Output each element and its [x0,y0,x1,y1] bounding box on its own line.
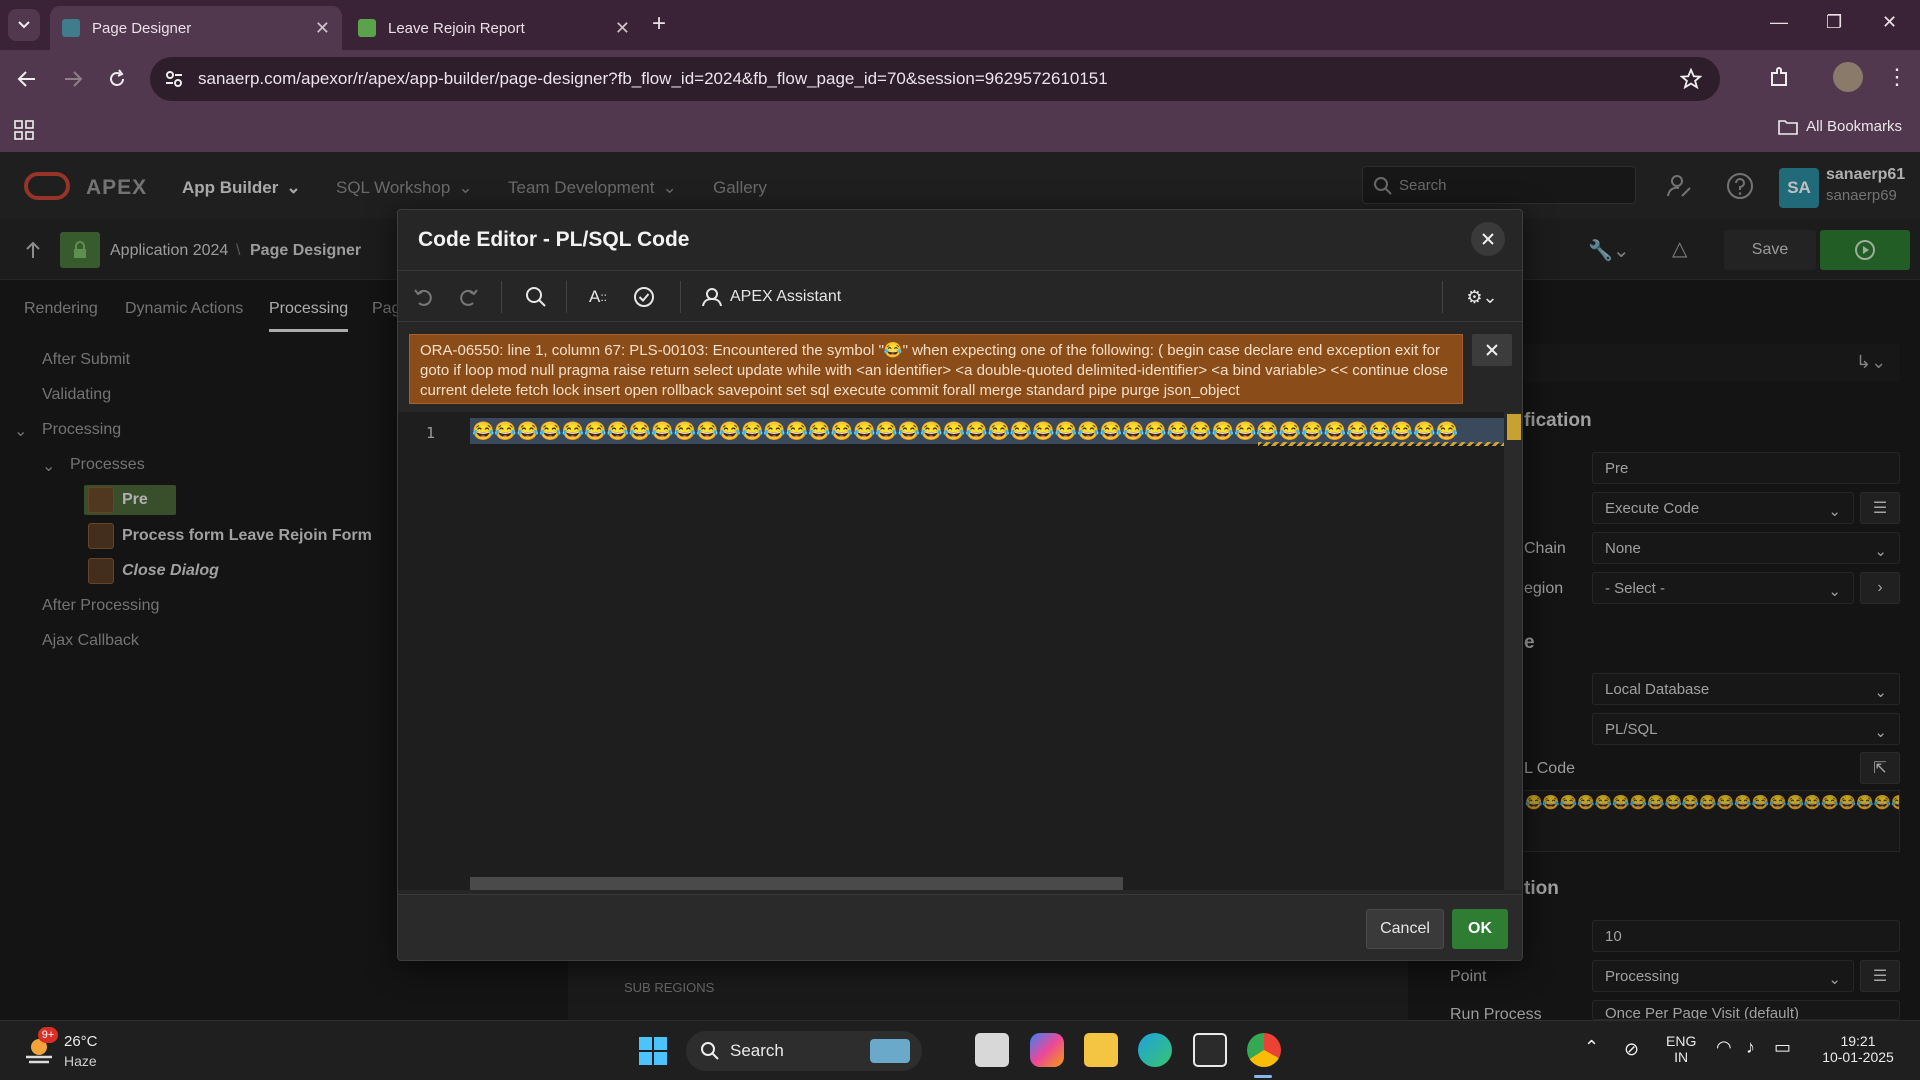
undo-icon [414,289,432,306]
validate-button[interactable] [631,284,657,310]
line-number: 1 [426,424,436,442]
toolbar-divider [501,281,502,313]
tab-page-designer[interactable]: Page Designer ✕ [50,6,342,50]
code-line[interactable]: 😂😂😂😂😂😂😂😂😂😂😂😂😂😂😂😂😂😂😂😂😂😂😂😂😂😂😂😂😂😂😂😂😂😂😂😂😂😂😂😂… [470,418,1504,444]
bookmarks-bar: All Bookmarks [0,108,1920,152]
clock-time: 19:21 [1840,1033,1876,1049]
browser-toolbar: sanaerp.com/apexor/r/apex/app-builder/pa… [0,50,1920,108]
active-app-indicator [1254,1075,1272,1078]
assistant-label: APEX Assistant [730,288,842,305]
battery-icon[interactable]: ▭ [1774,1037,1791,1058]
search-button[interactable] [523,284,549,310]
check-circle-icon [634,287,654,307]
toolbar-divider [680,281,681,313]
arrow-right-icon [65,71,83,87]
taskbar-search[interactable]: Search [686,1031,922,1071]
chevron-up-icon[interactable]: ⌃ [1584,1037,1599,1058]
apex-favicon-icon [62,19,80,37]
error-message-banner: ORA-06550: line 1, column 67: PLS-00103:… [409,334,1463,404]
weather-temperature: 26°C [64,1033,98,1050]
folder-icon [1778,119,1798,135]
search-icon [701,1042,719,1060]
minimize-icon[interactable]: — [1770,12,1788,33]
reload-button[interactable] [104,66,130,92]
bookmark-star-icon[interactable] [1680,68,1702,90]
report-favicon-icon [358,19,376,37]
scrollbar-error-marker [1507,414,1521,440]
horizontal-scrollbar[interactable] [470,877,1123,890]
dismiss-error-button[interactable] [1472,334,1512,366]
file-explorer-icon[interactable] [1084,1033,1118,1067]
error-squiggle [1258,442,1504,446]
url-text: sanaerp.com/apexor/r/apex/app-builder/pa… [198,69,1108,88]
language-indicator[interactable]: ENG IN [1666,1033,1696,1065]
tab-close-icon[interactable]: ✕ [315,18,330,39]
tab-title: Leave Rejoin Report [388,19,525,37]
dialog-title: Code Editor - PL/SQL Code [418,228,690,251]
clock[interactable]: 19:21 10-01-2025 [1816,1033,1900,1065]
windows-taskbar: 9+ 26°C Haze Search ⌃ ⊘ ENG IN ◠ ♪ ▭ 19:2… [0,1020,1920,1080]
kebab-menu-icon[interactable]: ⋮ [1886,64,1908,90]
tab-title: Page Designer [92,19,192,37]
search-icon [526,287,546,307]
dialog-footer: Cancel OK [398,894,1522,960]
close-window-icon[interactable]: ✕ [1882,12,1897,33]
microsoft-store-icon[interactable] [1193,1033,1227,1067]
forward-button[interactable] [60,66,86,92]
cancel-button[interactable]: Cancel [1366,909,1444,949]
puzzle-icon [1771,67,1787,86]
redo-icon [460,289,478,306]
clock-date: 10-01-2025 [1822,1049,1894,1065]
reload-icon [110,69,124,86]
ok-button[interactable]: OK [1452,909,1508,949]
toolbar-divider [566,281,567,313]
undo-button[interactable] [411,284,437,310]
address-bar[interactable]: sanaerp.com/apexor/r/apex/app-builder/pa… [150,57,1720,101]
tab-leave-rejoin-report[interactable]: Leave Rejoin Report ✕ [346,6,642,50]
code-editor[interactable]: 1 😂😂😂😂😂😂😂😂😂😂😂😂😂😂😂😂😂😂😂😂😂😂😂😂😂😂😂😂😂😂😂😂😂😂😂😂😂😂… [398,412,1504,890]
chrome-icon[interactable] [1247,1033,1281,1067]
copilot-icon[interactable] [1030,1033,1064,1067]
language-code: ENG [1666,1033,1697,1049]
text-transform-icon[interactable]: A:: [581,284,615,310]
volume-icon[interactable]: ♪ [1746,1037,1755,1058]
task-view-icon[interactable] [975,1033,1009,1067]
assistant-icon [702,288,722,307]
all-bookmarks-button[interactable]: All Bookmarks [1778,118,1902,135]
browser-tab-bar: Page Designer ✕ Leave Rejoin Report ✕ + … [0,0,1920,50]
restore-icon[interactable]: ❐ [1826,12,1842,33]
taskbar-search-label: Search [730,1041,784,1060]
edge-icon[interactable] [1138,1033,1172,1067]
tab-search-dropdown[interactable] [8,9,40,41]
profile-avatar[interactable] [1833,62,1863,92]
extensions-button[interactable] [1768,65,1792,89]
search-highlight-icon [870,1039,910,1063]
editor-toolbar: A:: APEX Assistant ⚙⌄ [398,270,1522,322]
windows-start-icon[interactable] [638,1036,668,1066]
tab-close-icon[interactable]: ✕ [615,18,630,39]
network-off-icon[interactable]: ⊘ [1624,1039,1639,1060]
region-code: IN [1674,1049,1689,1065]
toolbar-divider [1442,281,1443,313]
close-icon [1486,344,1498,356]
new-tab-button[interactable]: + [652,12,666,36]
settings-gear-icon[interactable]: ⚙⌄ [1462,284,1502,310]
chevron-down-icon [18,21,30,29]
arrow-left-icon [17,71,35,87]
back-button[interactable] [14,66,40,92]
redo-button[interactable] [455,284,481,310]
vertical-scrollbar[interactable] [1504,412,1522,890]
apex-assistant-button[interactable]: APEX Assistant [701,286,841,308]
dialog-close-button[interactable] [1471,222,1505,256]
code-editor-dialog: Code Editor - PL/SQL Code A:: APEX Assis… [397,209,1523,961]
weather-description: Haze [64,1053,97,1069]
all-bookmarks-label: All Bookmarks [1806,118,1902,135]
close-icon [1482,233,1494,245]
site-settings-icon[interactable] [164,69,184,89]
apps-grid-icon[interactable] [14,120,34,140]
wifi-icon[interactable]: ◠ [1716,1037,1732,1058]
weather-badge: 9+ [38,1027,58,1043]
